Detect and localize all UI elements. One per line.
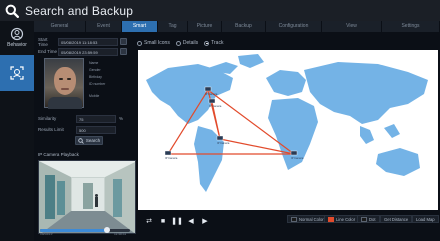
face-head xyxy=(54,67,76,95)
camera-marker-label: IP Camera xyxy=(217,141,230,145)
camera-marker-label: IP Camera xyxy=(209,104,222,108)
end-time-field[interactable]: 05/08/2019 23:59:59 xyxy=(58,47,118,56)
tab-general[interactable]: General xyxy=(34,21,86,32)
similarity-row: Similarity 75 % xyxy=(38,114,123,123)
load-map-button[interactable]: Load Map xyxy=(412,215,439,223)
search-icon xyxy=(78,137,84,144)
legend-label: Line Color xyxy=(336,216,356,222)
face-meta-id: ID number xyxy=(89,82,106,86)
playback-preview[interactable] xyxy=(38,160,136,234)
option-label: Track xyxy=(211,40,224,46)
camera-marker-icon[interactable] xyxy=(290,150,298,156)
option-label: Details xyxy=(182,40,199,46)
tab-picture[interactable]: Picture xyxy=(188,21,222,32)
similarity-label: Similarity xyxy=(38,116,57,121)
results-limit-label: Results Limit xyxy=(38,127,64,132)
face-meta-gender: Gender xyxy=(89,68,101,72)
end-time-row: End Time 05/08/2019 23:59:59 xyxy=(38,47,127,56)
legend-normal-color[interactable]: Normal Color xyxy=(287,215,328,223)
tab-tag[interactable]: Tag xyxy=(158,21,188,32)
face-photo xyxy=(44,58,84,109)
start-time-label: Start Time xyxy=(38,36,48,47)
rail-item-face-search[interactable] xyxy=(0,55,34,91)
stop-icon[interactable]: ■ xyxy=(157,215,169,227)
window-title: Search and Backup xyxy=(25,3,134,18)
continents xyxy=(146,54,428,192)
search-button[interactable]: Search xyxy=(75,136,103,145)
next-icon[interactable]: ▶ xyxy=(199,215,211,227)
legend-label: Dot xyxy=(369,216,376,222)
tab-bar: General Event Smart Tag Picture Backup C… xyxy=(34,21,440,32)
search-icon xyxy=(5,4,19,18)
calendar-icon[interactable] xyxy=(120,48,127,55)
view-options: Small Icons Details Track xyxy=(137,40,223,46)
end-time-label: End Time xyxy=(38,49,58,54)
prev-icon[interactable]: ◀ xyxy=(185,215,197,227)
camera-marker-label: IP Camera xyxy=(205,92,218,96)
left-rail: Behavior xyxy=(0,21,34,241)
dot-chip xyxy=(361,216,367,222)
face-eye xyxy=(59,78,63,80)
app-window: Search and Backup Behavior General Event… xyxy=(0,0,440,241)
start-time-field[interactable]: 05/08/2019 11:18:53 xyxy=(58,37,118,46)
search-button-label: Search xyxy=(85,138,101,143)
option-details[interactable]: Details xyxy=(175,40,199,46)
camera-marker-icon[interactable] xyxy=(164,150,172,156)
legend-label: Normal Color xyxy=(299,216,324,222)
legend-dot[interactable]: Dot xyxy=(357,215,380,223)
similarity-unit: % xyxy=(119,116,124,121)
world-map: IP Camera IP Camera IP Camera IP Camera IP C… xyxy=(146,54,428,192)
rail-item-behavior[interactable]: Behavior xyxy=(0,27,34,53)
similarity-field[interactable]: 75 xyxy=(76,114,116,123)
legend-line-color[interactable]: Line Color xyxy=(324,215,360,223)
camera-marker-icon[interactable] xyxy=(216,135,224,141)
radio-details[interactable] xyxy=(175,40,181,46)
camera-marker-icon[interactable] xyxy=(208,98,216,104)
corridor-image xyxy=(39,161,135,233)
option-track[interactable]: Track xyxy=(204,40,223,46)
tab-view[interactable]: View xyxy=(322,21,382,32)
face-meta-birthday: Birthday xyxy=(89,75,102,79)
playback-end-time: 11:48:31 xyxy=(114,232,127,236)
fit-icon[interactable]: ⇄ xyxy=(143,215,155,227)
playback-knob[interactable] xyxy=(103,227,110,233)
rail-item-label: Behavior xyxy=(7,42,27,48)
pause-icon[interactable]: ❚❚ xyxy=(171,215,183,227)
face-eye xyxy=(67,78,71,80)
calendar-icon[interactable] xyxy=(120,38,127,45)
tab-configuration[interactable]: Configuration xyxy=(266,21,322,32)
results-limit-row: Results Limit 500 xyxy=(38,125,116,134)
option-label: Small Icons xyxy=(144,40,170,46)
option-small-icons[interactable]: Small Icons xyxy=(137,40,170,46)
face-info: Name Gender Birthday ID number Mobile xyxy=(44,58,130,109)
face-meta-mobile: Mobile xyxy=(89,94,100,98)
radio-track[interactable] xyxy=(204,40,210,46)
start-time-row: Start Time 05/08/2019 11:18:53 xyxy=(38,36,127,47)
behavior-icon xyxy=(10,27,24,41)
camera-marker-label: IP Camera xyxy=(165,156,178,160)
track-map[interactable]: IP Camera IP Camera IP Camera IP Camera IP C… xyxy=(138,50,438,210)
title-bar: Search and Backup xyxy=(0,0,440,21)
results-limit-field[interactable]: 500 xyxy=(76,125,116,134)
face-search-icon xyxy=(10,66,24,80)
tab-backup[interactable]: Backup xyxy=(222,21,266,32)
face-mouth xyxy=(61,88,69,90)
face-shirt xyxy=(48,97,82,109)
camera-marker-label: IP Camera xyxy=(291,156,304,160)
face-meta-name: Name xyxy=(89,61,99,65)
tab-event[interactable]: Event xyxy=(86,21,122,32)
playback-start-time: 05/08/19 xyxy=(40,232,53,236)
tab-settings[interactable]: Settings xyxy=(382,21,440,32)
radio-small-icons[interactable] xyxy=(137,40,142,46)
tab-smart[interactable]: Smart xyxy=(122,21,158,32)
normal-color-chip xyxy=(291,216,297,222)
playback-label: IP Camera Playback xyxy=(38,152,79,157)
map-controls: ⇄ ■ ❚❚ ◀ ▶ Normal Color Line Color Dot G… xyxy=(138,211,440,241)
camera-marker-icon[interactable] xyxy=(204,86,212,92)
get-distance-button[interactable]: Get Distance xyxy=(380,215,413,223)
line-color-chip xyxy=(328,216,334,222)
